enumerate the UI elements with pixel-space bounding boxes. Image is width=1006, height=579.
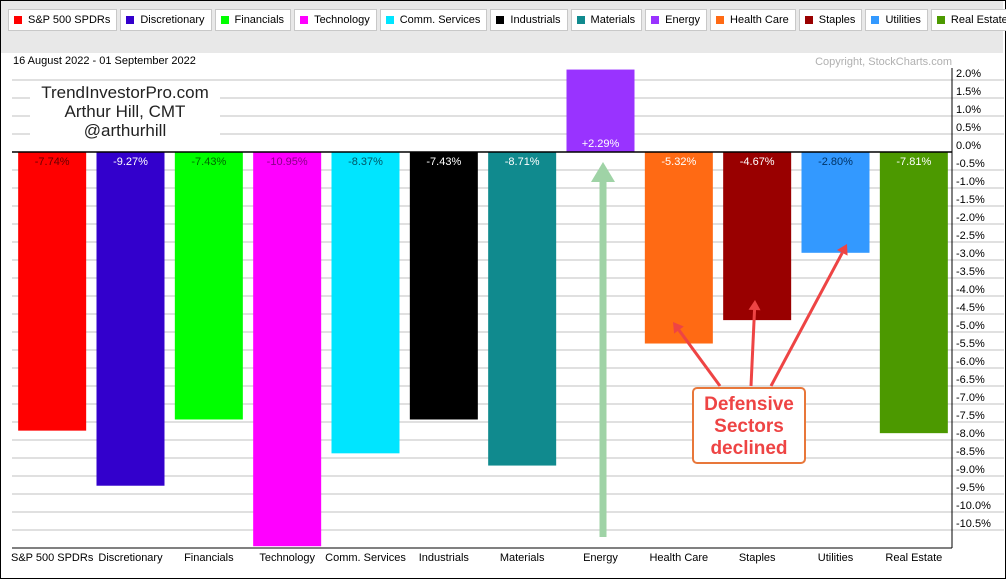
bar — [409, 152, 478, 420]
y-tick-label: -7.0% — [956, 392, 985, 404]
y-tick-label: -8.0% — [956, 428, 985, 440]
bars — [18, 69, 948, 547]
watermark: TrendInvestorPro.com Arthur Hill, CMT @a… — [30, 83, 220, 140]
bar-value-label: +2.29% — [582, 138, 620, 150]
y-tick-label: -9.5% — [956, 482, 985, 494]
y-tick-label: -9.0% — [956, 464, 985, 476]
y-tick-label: -2.5% — [956, 230, 985, 242]
annotation-line-2: Sectors — [714, 416, 784, 437]
bar-value-label: -2.80% — [818, 156, 853, 168]
bar-value-label: -7.81% — [896, 156, 931, 168]
y-tick-label: 2.0% — [956, 68, 981, 80]
x-tick-label: Energy — [583, 552, 618, 564]
y-tick-labels: 2.0% 1.5% 1.0% 0.5% 0.0% -0.5% -1.0% -1.5% -2.0%… — [956, 68, 991, 530]
arrow-head-icon — [591, 162, 615, 182]
bar-value-label: -7.43% — [426, 156, 461, 168]
y-tick-label: -1.5% — [956, 194, 985, 206]
annotation-box: Defensive Sectors declined — [692, 387, 806, 464]
x-tick-labels: S&P 500 SPDRs Discretionary Financials Tech… — [11, 552, 942, 564]
y-tick-label: -4.5% — [956, 302, 985, 314]
x-tick-label: Materials — [500, 552, 545, 564]
y-tick-label: -3.0% — [956, 248, 985, 260]
bar-value-label: -9.27% — [113, 156, 148, 168]
y-tick-label: -0.5% — [956, 158, 985, 170]
bar — [488, 152, 557, 466]
bar-value-label: -10.95% — [267, 156, 308, 168]
y-tick-label: 1.0% — [956, 104, 981, 116]
y-tick-label: -1.0% — [956, 176, 985, 188]
x-tick-label: S&P 500 SPDRs — [11, 552, 94, 564]
y-tick-label: -5.0% — [956, 320, 985, 332]
y-tick-label: -6.0% — [956, 356, 985, 368]
y-tick-label: -5.5% — [956, 338, 985, 350]
x-tick-label: Health Care — [649, 552, 708, 564]
y-tick-label: 0.0% — [956, 140, 981, 152]
watermark-author: Arthur Hill, CMT — [64, 102, 186, 121]
y-tick-label: -10.5% — [956, 518, 991, 530]
x-tick-label: Utilities — [818, 552, 854, 564]
x-tick-label: Technology — [259, 552, 315, 564]
bar — [18, 152, 87, 431]
annotation-line-1: Defensive — [704, 394, 794, 415]
y-tick-label: 0.5% — [956, 122, 981, 134]
bar-value-label: -8.37% — [348, 156, 383, 168]
y-tick-label: 1.5% — [956, 86, 981, 98]
bar — [96, 152, 165, 486]
x-tick-label: Discretionary — [98, 552, 163, 564]
x-tick-label: Staples — [739, 552, 776, 564]
bar — [174, 152, 243, 420]
watermark-handle: @arthurhill — [83, 121, 167, 140]
y-tick-label: -7.5% — [956, 410, 985, 422]
watermark-site: TrendInvestorPro.com — [41, 83, 209, 102]
bar-value-labels: -7.74% -9.27% -7.43% -10.95% -8.37% -7.43% -8.… — [35, 138, 932, 168]
y-tick-label: -2.0% — [956, 212, 985, 224]
bar — [253, 152, 322, 547]
y-tick-label: -6.5% — [956, 374, 985, 386]
y-tick-label: -3.5% — [956, 266, 985, 278]
annotation-line-3: declined — [710, 438, 788, 459]
bar-value-label: -8.71% — [505, 156, 540, 168]
x-tick-label: Comm. Services — [325, 552, 406, 564]
y-tick-label: -10.0% — [956, 500, 991, 512]
bar-value-label: -7.74% — [35, 156, 70, 168]
x-tick-label: Financials — [184, 552, 234, 564]
x-tick-label: Industrials — [419, 552, 470, 564]
bar-value-label: -4.67% — [740, 156, 775, 168]
bar — [644, 152, 713, 344]
bar — [331, 152, 400, 454]
bar-value-label: -5.32% — [661, 156, 696, 168]
y-tick-label: -4.0% — [956, 284, 985, 296]
bar — [879, 152, 948, 434]
x-tick-label: Real Estate — [885, 552, 942, 564]
bar-value-label: -7.43% — [191, 156, 226, 168]
bar — [723, 152, 792, 321]
y-tick-label: -8.5% — [956, 446, 985, 458]
arrow-shaft — [749, 309, 757, 387]
